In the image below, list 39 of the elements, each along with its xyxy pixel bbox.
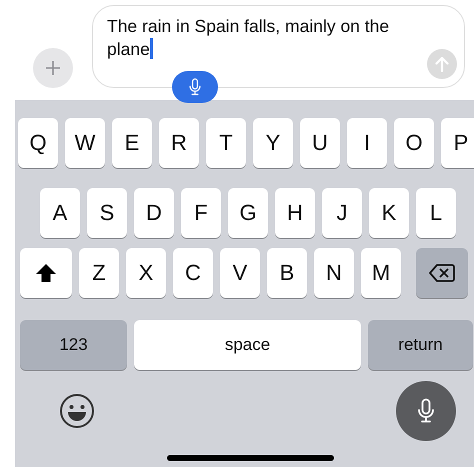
letter-key[interactable]: F [181,188,221,238]
letter-key[interactable]: O [394,118,434,168]
shift-arrow-icon [35,263,57,283]
numbers-key[interactable]: 123 [20,320,127,370]
microphone-icon [416,398,436,424]
space-key[interactable]: space [134,320,361,370]
letter-key[interactable]: R [159,118,199,168]
letter-key[interactable]: K [369,188,409,238]
letter-key[interactable]: S [87,188,127,238]
letter-key[interactable]: V [220,248,260,298]
letter-key[interactable]: N [314,248,354,298]
letter-key[interactable]: A [40,188,80,238]
letter-key[interactable]: L [416,188,456,238]
letter-key[interactable]: U [300,118,340,168]
letter-key[interactable]: C [173,248,213,298]
backspace-icon [429,263,455,283]
return-key[interactable]: return [368,320,473,370]
microphone-icon [188,78,202,96]
letter-key[interactable]: B [267,248,307,298]
letter-key[interactable]: H [275,188,315,238]
letter-key[interactable]: Q [18,118,58,168]
shift-key[interactable] [20,248,72,298]
letter-key[interactable]: Z [79,248,119,298]
letter-key[interactable]: X [126,248,166,298]
dictation-button[interactable] [172,71,218,103]
delete-key[interactable] [416,248,468,298]
emoji-icon[interactable] [59,393,95,429]
letter-key[interactable]: W [65,118,105,168]
letter-key[interactable]: I [347,118,387,168]
letter-key[interactable]: D [134,188,174,238]
letter-key[interactable]: P [441,118,474,168]
plus-icon [45,60,61,76]
letter-key[interactable]: J [322,188,362,238]
letter-key[interactable]: M [361,248,401,298]
up-arrow-icon [435,56,449,72]
letter-key[interactable]: E [112,118,152,168]
letter-key[interactable]: Y [253,118,293,168]
letter-key[interactable]: G [228,188,268,238]
letter-key[interactable]: T [206,118,246,168]
